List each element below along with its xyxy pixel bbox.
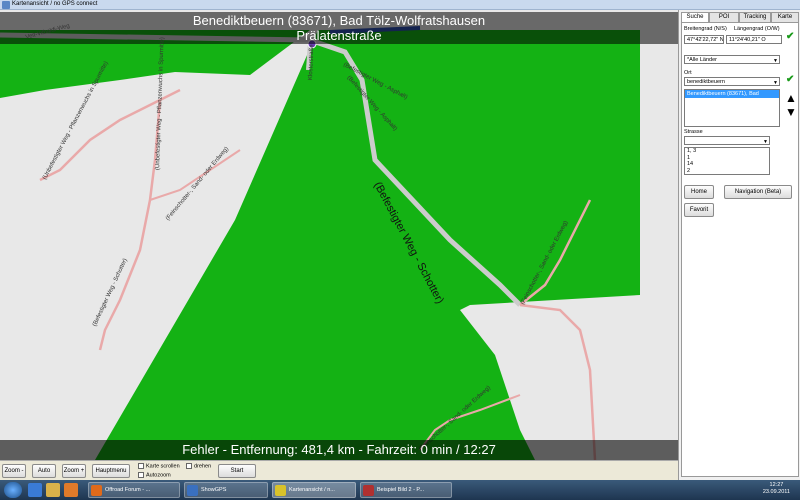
task-label: Offroad Forum - ... <box>105 487 151 493</box>
taskbar: Offroad Forum - ... ShowGPS Kartenansich… <box>0 480 800 500</box>
lon-field[interactable]: 11°24'40,21" O <box>726 35 782 44</box>
app-icon <box>2 1 10 9</box>
auto-button[interactable]: Auto <box>32 464 56 478</box>
search-tab-body: Breitengrad (N/S) Längengrad (O/W) 47°42… <box>681 22 799 477</box>
autozoom-checkbox[interactable]: Autozoom <box>138 472 171 478</box>
search-panel: Suche POI Tracking Karte Breitengrad (N/… <box>678 10 800 480</box>
street-title: Prälatenstraße <box>296 28 382 43</box>
zoom-in-button[interactable]: Zoom + <box>62 464 86 478</box>
firefox-icon <box>91 485 102 496</box>
start-button[interactable]: Start <box>218 464 256 478</box>
image-icon <box>363 485 374 496</box>
tab-karte[interactable]: Karte <box>771 12 799 22</box>
move-up-icon[interactable]: ▲ <box>785 91 797 105</box>
task-showgps[interactable]: ShowGPS <box>184 482 268 498</box>
navigation-button[interactable]: Navigation (Beta) <box>724 185 792 199</box>
map-view[interactable]: Benediktbeuern (83671), Bad Tölz-Wolfrat… <box>0 10 678 460</box>
chevron-down-icon: ▼ <box>773 58 778 64</box>
coords-ok-icon[interactable]: ✔ <box>786 31 794 42</box>
map-toolbar: Zoom - Auto Zoom + Hauptmenu Karte scrol… <box>0 460 678 480</box>
app-icon <box>275 485 286 496</box>
window-titlebar: Kartenansicht / no GPS connect <box>0 0 800 10</box>
road-label-kloster: Klosterstraße <box>308 44 316 81</box>
checkbox-icon <box>138 463 144 469</box>
strasse-list[interactable]: 1, 3 1 14 2 <box>684 147 770 175</box>
clock[interactable]: 12:27 23.09.2011 <box>763 482 790 496</box>
home-button[interactable]: Home <box>684 185 714 199</box>
lon-label: Längengrad (O/W) <box>734 26 780 32</box>
chevron-down-icon: ▼ <box>763 139 768 145</box>
chevron-down-icon: ▼ <box>773 80 778 86</box>
task-label: Beispiel Bild 2 - P... <box>377 487 424 493</box>
explorer-icon[interactable] <box>46 483 60 497</box>
window-title: Kartenansicht / no GPS connect <box>12 1 98 7</box>
autozoom-label: Autozoom <box>146 472 171 479</box>
task-label: Kartenansicht / n... <box>289 487 335 493</box>
app-icon <box>187 485 198 496</box>
strasse-label: Strasse <box>684 129 703 135</box>
rotate-checkbox[interactable]: drehen <box>186 463 211 469</box>
main-menu-button[interactable]: Hauptmenu <box>92 464 130 478</box>
ie-icon[interactable] <box>28 483 42 497</box>
ort-label: Ort <box>684 70 692 76</box>
clock-date: 23.09.2011 <box>762 489 790 495</box>
location-title: Benediktbeuern (83671), Bad Tölz-Wolfrat… <box>192 13 486 28</box>
panel-tabs: Suche POI Tracking Karte <box>681 12 799 23</box>
task-label: ShowGPS <box>201 487 227 493</box>
ort-result-selected[interactable]: Benediktbeuern (83671), Bad <box>685 90 779 98</box>
ort-ok-icon[interactable]: ✔ <box>786 74 794 85</box>
ort-value: benediktbeuern <box>687 79 725 85</box>
media-icon[interactable] <box>64 483 78 497</box>
ort-combobox[interactable]: benediktbeuern ▼ <box>684 77 780 86</box>
clock-time: 12:27 <box>769 482 784 488</box>
map-header: Benediktbeuern (83671), Bad Tölz-Wolfrat… <box>0 12 678 44</box>
rotate-label: drehen <box>194 463 212 470</box>
lat-field[interactable]: 47°42'22,72" N <box>684 35 724 44</box>
country-value: *Alle Länder <box>687 57 717 63</box>
lat-label: Breitengrad (N/S) <box>684 26 727 32</box>
ort-results-list[interactable]: Benediktbeuern (83671), Bad <box>684 89 780 127</box>
checkbox-icon <box>186 463 192 469</box>
tab-poi[interactable]: POI <box>709 12 739 22</box>
scroll-map-label: Karte scrollen <box>146 463 180 470</box>
task-offroad-forum[interactable]: Offroad Forum - ... <box>88 482 180 498</box>
favorit-button[interactable]: Favorit <box>684 203 714 217</box>
strasse-combobox[interactable]: ▼ <box>684 136 770 145</box>
task-kartenansicht[interactable]: Kartenansicht / n... <box>272 482 356 498</box>
tab-tracking[interactable]: Tracking <box>739 12 771 22</box>
route-status: Fehler - Entfernung: 481,4 km - Fahrzeit… <box>0 440 678 460</box>
list-item[interactable]: 2 <box>685 168 769 175</box>
move-down-icon[interactable]: ▼ <box>785 105 797 119</box>
checkbox-icon <box>138 472 144 478</box>
zoom-out-button[interactable]: Zoom - <box>2 464 26 478</box>
country-select[interactable]: *Alle Länder ▼ <box>684 55 780 64</box>
start-orb-icon[interactable] <box>4 482 22 498</box>
task-beispiel[interactable]: Beispiel Bild 2 - P... <box>360 482 452 498</box>
scroll-map-checkbox[interactable]: Karte scrollen <box>138 463 180 469</box>
